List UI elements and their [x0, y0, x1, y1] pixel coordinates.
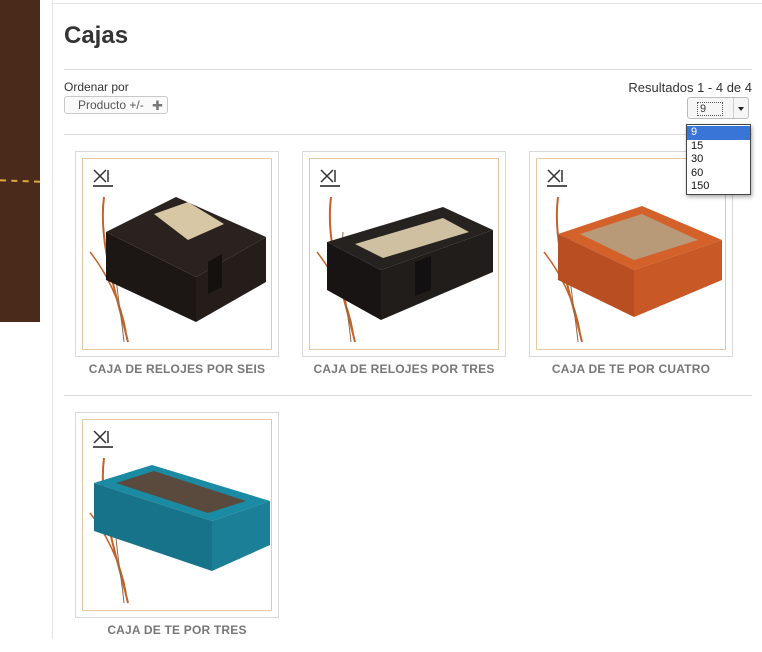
brand-logo	[93, 430, 109, 444]
per-page-dropdown-list[interactable]: 9 15 30 60 150	[686, 124, 751, 195]
decorative-side-band	[0, 0, 40, 322]
sort-label: Ordenar por	[64, 80, 129, 94]
product-card[interactable]: CAJA DE RELOJES POR TRES	[302, 151, 506, 391]
product-name-link[interactable]: CAJA DE TE POR TRES	[65, 623, 289, 637]
per-page-option[interactable]: 60	[687, 167, 750, 181]
brand-logo	[547, 169, 563, 183]
product-image[interactable]	[302, 151, 506, 357]
product-image[interactable]	[75, 151, 279, 357]
sort-button-label: Producto +/-	[78, 98, 144, 112]
per-page-option[interactable]: 150	[687, 180, 750, 194]
divider	[64, 69, 752, 70]
product-image[interactable]	[75, 412, 279, 618]
per-page-option[interactable]: 9	[687, 126, 750, 140]
product-name-link[interactable]: CAJA DE TE POR CUATRO	[519, 362, 743, 376]
product-name-link[interactable]: CAJA DE RELOJES POR TRES	[292, 362, 516, 376]
page-title: Cajas	[64, 22, 129, 49]
product-card[interactable]: CAJA DE TE POR TRES	[75, 412, 279, 652]
brand-logo	[93, 169, 109, 183]
sort-by-product-button[interactable]: Producto +/- ✚	[64, 96, 168, 114]
content-left-border	[52, 0, 53, 639]
product-card[interactable]: CAJA DE RELOJES POR SEIS	[75, 151, 279, 391]
chevron-down-icon	[733, 98, 748, 118]
divider	[64, 134, 752, 135]
content-top-border	[52, 3, 762, 4]
divider	[64, 395, 752, 396]
per-page-option[interactable]: 30	[687, 153, 750, 167]
decorative-dashed-line	[0, 179, 40, 183]
per-page-selected-value: 9	[697, 102, 723, 116]
results-count: Resultados 1 - 4 de 4	[628, 80, 752, 95]
product-name-link[interactable]: CAJA DE RELOJES POR SEIS	[65, 362, 289, 376]
brand-logo	[320, 169, 336, 183]
per-page-select[interactable]: 9	[687, 97, 749, 119]
plus-icon: ✚	[152, 98, 163, 113]
per-page-option[interactable]: 15	[687, 140, 750, 154]
